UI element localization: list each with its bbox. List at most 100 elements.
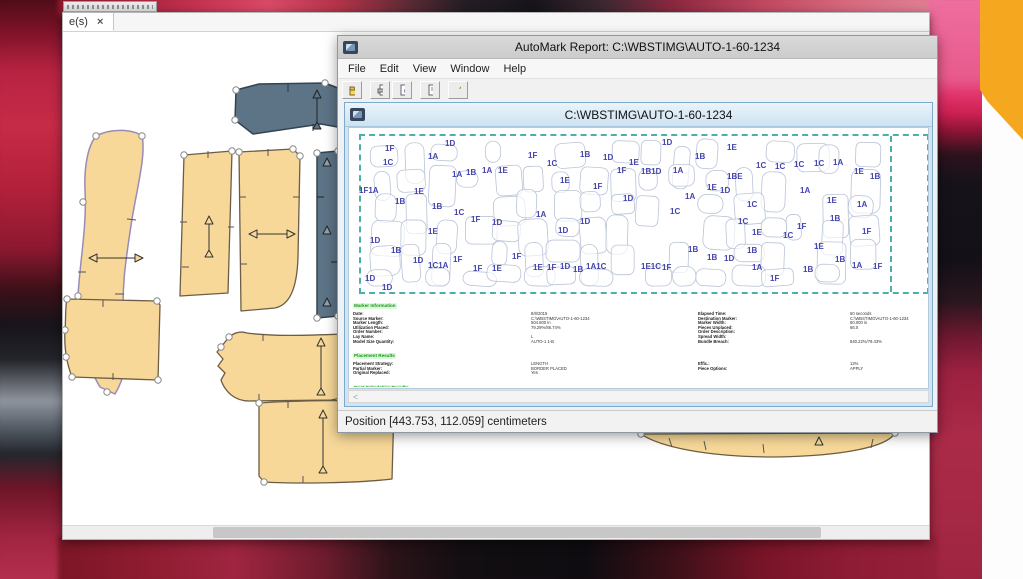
- marker-label: 1D: [603, 153, 613, 162]
- pattern-piece-bottom-left[interactable]: [65, 299, 160, 380]
- print-preview-button[interactable]: [392, 81, 412, 99]
- marker-report-content: 1F1D1A1C1F1B1D1E1A1E1A1B1C1E1F1F1A1E1F1B…: [348, 127, 929, 389]
- screen: e(s) ×: [0, 0, 1023, 579]
- marker-label: 1B: [835, 255, 845, 264]
- marker-horizontal-scrollbar[interactable]: <: [348, 390, 929, 403]
- marker-label: 1D: [492, 218, 502, 227]
- print-preview-icon: [399, 84, 405, 96]
- menu-window[interactable]: Window: [443, 60, 496, 78]
- marker-label: 1A: [536, 210, 546, 219]
- menu-edit[interactable]: Edit: [373, 60, 406, 78]
- marker-label: 1E: [752, 228, 762, 237]
- report-window-titlebar[interactable]: AutoMark Report: C:\WBSTIMG\AUTO-1-60-12…: [338, 36, 937, 59]
- tab-pieces[interactable]: e(s) ×: [63, 13, 114, 31]
- marker-label: 1E1C: [641, 262, 661, 271]
- marker-label: 1F: [512, 252, 521, 261]
- marker-label: 1B: [573, 265, 583, 274]
- marker-label: 1F: [662, 263, 671, 272]
- marker-label: 1A: [673, 166, 683, 175]
- marker-label: 1B: [466, 168, 476, 177]
- marker-label: 1D: [720, 186, 730, 195]
- marker-label: 1B: [803, 265, 813, 274]
- menu-view[interactable]: View: [406, 60, 444, 78]
- main-scrollbar-thumb[interactable]: [213, 527, 821, 538]
- report-window-title: AutoMark Report: C:\WBSTIMG\AUTO-1-60-12…: [358, 40, 937, 54]
- marker-label: 1D: [370, 236, 380, 245]
- help-icon: ?: [455, 84, 461, 96]
- marker-label: 1F: [547, 263, 556, 272]
- marker-label: 1C: [814, 159, 824, 168]
- marker-label: 1BE: [727, 172, 743, 181]
- main-horizontal-scrollbar[interactable]: [63, 525, 929, 539]
- marker-label: 1E: [814, 242, 824, 251]
- marker-label: 1F: [770, 274, 779, 283]
- marker-label: 1C: [738, 217, 748, 226]
- marker-label: 1D: [382, 283, 392, 292]
- marker-label: 1B: [391, 246, 401, 255]
- marker-label: 1F: [385, 144, 394, 153]
- scroll-left-arrow-icon[interactable]: <: [353, 392, 358, 402]
- marker-window-titlebar[interactable]: C:\WBSTIMG\AUTO-1-60-1234: [345, 103, 932, 127]
- marker-label: 1F: [528, 151, 537, 160]
- report-field-label: [698, 371, 850, 376]
- marker-label: 1D: [365, 274, 375, 283]
- report-section-header: Placement Results: [353, 353, 396, 359]
- report-section-header: Marker Information: [353, 303, 397, 309]
- pattern-piece-mid-panel-a[interactable]: [180, 151, 234, 296]
- svg-text:?: ?: [459, 85, 461, 96]
- marker-label: 1C: [794, 160, 804, 169]
- marker-label: 1C: [775, 162, 785, 171]
- tab-close-icon[interactable]: ×: [97, 16, 103, 28]
- status-bar: Position [443.753, 112.059] centimeters: [338, 410, 937, 432]
- photo-car-seat-left: [0, 0, 66, 579]
- tab-label: e(s): [69, 16, 88, 28]
- marker-label: 1B: [695, 152, 705, 161]
- properties-icon: [427, 84, 433, 96]
- marker-label: 1F: [797, 222, 806, 231]
- report-field-value: AUTO-1 1-B: [531, 340, 698, 345]
- report-row: Model Size Quantity:AUTO-1 1-BBundle Bre…: [353, 340, 926, 345]
- report-section-header: Cost Calculation Results: [353, 385, 409, 387]
- marker-section-divider: [890, 136, 892, 292]
- marker-label: 1F: [593, 182, 602, 191]
- marker-label: 1C: [783, 231, 793, 240]
- marker-label: 1C: [756, 161, 766, 170]
- marker-label: 1C: [547, 159, 557, 168]
- menu-file[interactable]: File: [341, 60, 373, 78]
- marker-label: 1A: [800, 186, 810, 195]
- marker-label: 1E: [414, 187, 424, 196]
- report-field-value: [850, 371, 926, 376]
- white-panel-right: [982, 88, 1023, 579]
- report-row: Original Replaced:Yes: [353, 371, 926, 376]
- marker-label: 1E: [827, 196, 837, 205]
- marker-label: 1D: [623, 194, 633, 203]
- pattern-piece-slate-strip[interactable]: [317, 151, 338, 318]
- marker-label: 1C: [670, 207, 680, 216]
- marker-label: 1A: [482, 166, 492, 175]
- tab-bar: e(s) ×: [63, 13, 929, 32]
- marker-label: 1B: [747, 246, 757, 255]
- marker-label: 1C: [383, 158, 393, 167]
- open-marker-button[interactable]: [342, 81, 362, 99]
- marker-label: 1C: [747, 200, 757, 209]
- marker-label: 1A1C: [586, 262, 606, 271]
- marker-layout[interactable]: 1F1D1A1C1F1B1D1E1A1E1A1B1C1E1F1F1A1E1F1B…: [359, 134, 929, 294]
- menu-help[interactable]: Help: [496, 60, 533, 78]
- marker-label: 1A: [752, 263, 762, 272]
- marker-label: 1D: [413, 256, 423, 265]
- marker-label: 1F: [471, 215, 480, 224]
- marker-label: 1F: [453, 255, 462, 264]
- marker-label: 1D: [558, 226, 568, 235]
- status-position-text: Position [443.753, 112.059] centimeters: [345, 416, 547, 428]
- pattern-piece-bottom-right[interactable]: [641, 433, 895, 457]
- marker-label: 1D: [662, 138, 672, 147]
- properties-button[interactable]: [420, 81, 440, 99]
- pattern-piece-slate-top[interactable]: [235, 83, 343, 134]
- pattern-piece-collar[interactable]: [217, 332, 347, 401]
- print-button[interactable]: [370, 81, 390, 99]
- background-toolbar-fragment: [63, 1, 157, 12]
- marker-label: 1E: [492, 264, 502, 273]
- pattern-piece-mid-panel-b[interactable]: [239, 149, 300, 311]
- help-button[interactable]: ?: [448, 81, 468, 99]
- marker-label: 1E: [629, 158, 639, 167]
